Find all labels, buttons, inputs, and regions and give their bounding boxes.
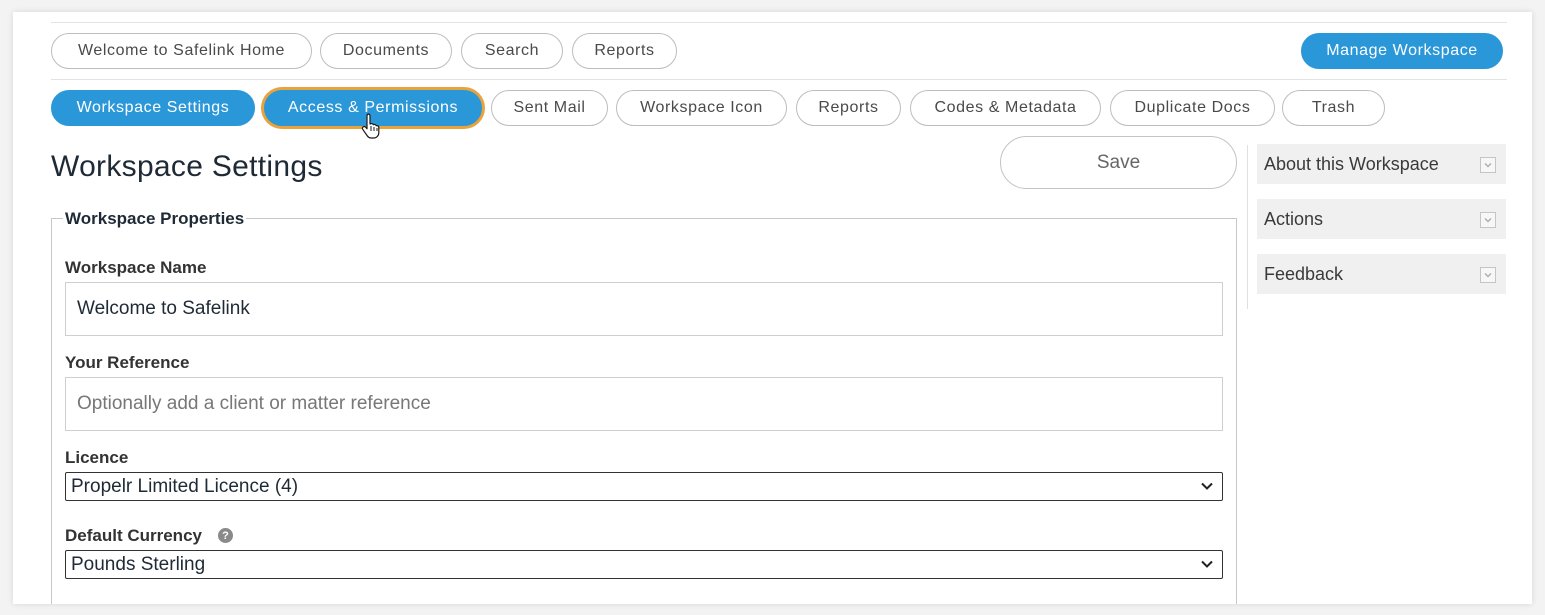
hand-cursor-icon: [361, 113, 380, 139]
reference-label: Your Reference: [65, 353, 190, 372]
sidebar-divider: [1247, 145, 1248, 309]
nav-reports[interactable]: Reports: [572, 33, 677, 69]
caret-down-icon[interactable]: [1480, 157, 1496, 173]
tab-workspace-icon[interactable]: Workspace Icon: [616, 90, 787, 126]
licence-label: Licence: [65, 448, 129, 467]
caret-down-icon[interactable]: [1480, 267, 1496, 283]
panel-label: Actions: [1264, 208, 1324, 229]
chevron-down-icon: [1201, 560, 1213, 568]
chevron-down-icon: [1201, 482, 1213, 490]
licence-select[interactable]: Propelr Limited Licence (4): [65, 472, 1223, 501]
tab-codes-metadata[interactable]: Codes & Metadata: [910, 90, 1101, 126]
panel-actions[interactable]: Actions: [1257, 199, 1506, 239]
workspace-card: Welcome to Safelink Home Documents Searc…: [13, 12, 1532, 604]
save-button[interactable]: Save: [1000, 136, 1237, 189]
reference-input[interactable]: [65, 377, 1223, 431]
tab-trash[interactable]: Trash: [1282, 90, 1385, 126]
tab-reports[interactable]: Reports: [796, 90, 901, 126]
currency-select[interactable]: Pounds Sterling: [65, 550, 1223, 579]
tab-duplicate-docs[interactable]: Duplicate Docs: [1110, 90, 1275, 126]
panel-about-workspace[interactable]: About this Workspace: [1257, 144, 1506, 184]
panel-feedback[interactable]: Feedback: [1257, 254, 1506, 294]
workspace-name-input[interactable]: [65, 282, 1223, 336]
nav-welcome-home[interactable]: Welcome to Safelink Home: [51, 33, 312, 69]
caret-down-icon[interactable]: [1480, 212, 1496, 228]
fieldset-legend: Workspace Properties: [63, 209, 247, 229]
nav-documents[interactable]: Documents: [320, 33, 452, 69]
workspace-name-label: Workspace Name: [65, 258, 207, 277]
panel-label: About this Workspace: [1264, 153, 1439, 174]
licence-selected-value: Propelr Limited Licence (4): [71, 475, 299, 497]
tab-sent-mail[interactable]: Sent Mail: [491, 90, 608, 126]
nav-divider: [51, 79, 1507, 80]
currency-label: Default Currency: [65, 526, 202, 545]
manage-workspace-button[interactable]: Manage Workspace: [1301, 33, 1503, 69]
page-title: Workspace Settings: [51, 150, 323, 183]
panel-label: Feedback: [1264, 263, 1344, 284]
currency-selected-value: Pounds Sterling: [71, 553, 206, 575]
top-divider: [51, 22, 1507, 23]
nav-search[interactable]: Search: [461, 33, 563, 69]
question-circle-icon[interactable]: ?: [218, 528, 233, 543]
tab-workspace-settings[interactable]: Workspace Settings: [51, 90, 255, 126]
